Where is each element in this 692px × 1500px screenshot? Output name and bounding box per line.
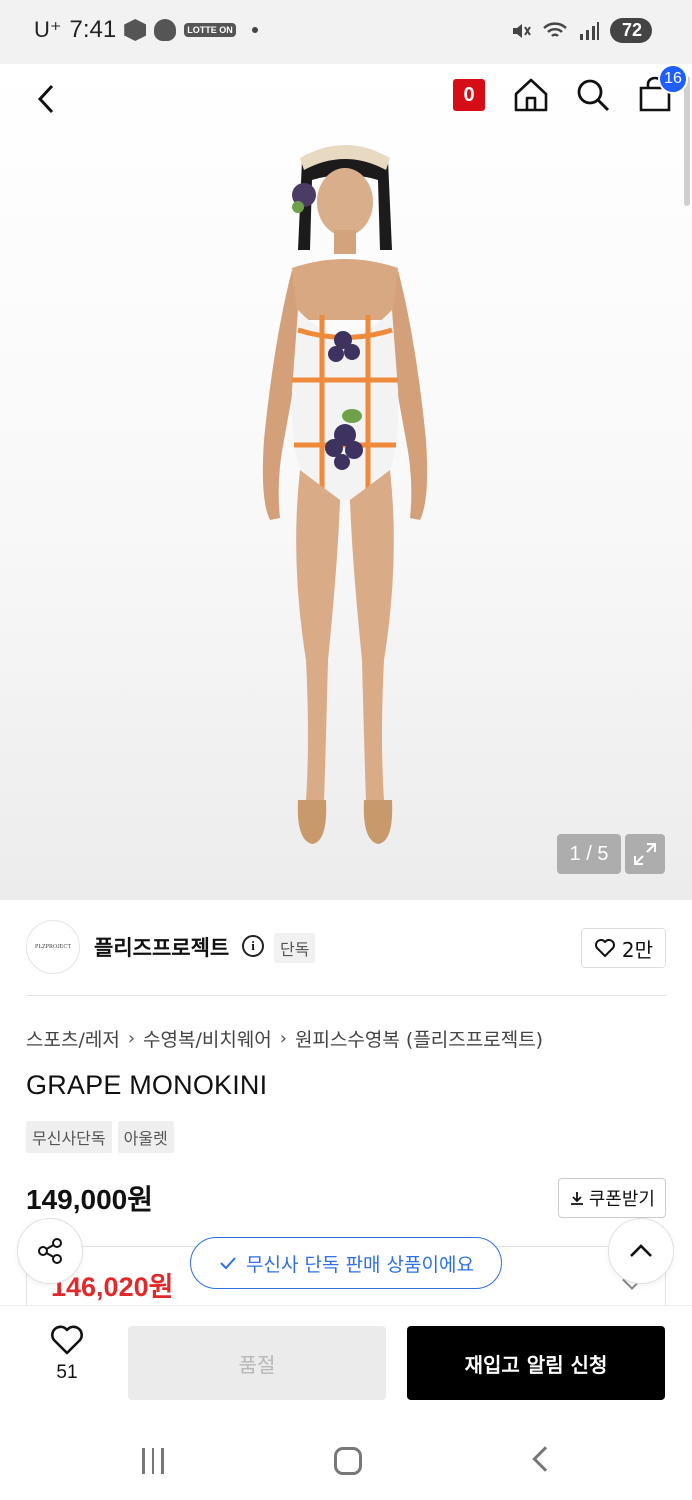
signal-icon xyxy=(579,21,599,40)
lotte-on-icon: LOTTE ON xyxy=(184,23,236,37)
divider xyxy=(26,995,666,996)
back-button[interactable] xyxy=(30,82,64,116)
system-navigation-bar xyxy=(0,1420,692,1500)
expand-icon xyxy=(634,843,656,865)
product-tag: 무신사단독 xyxy=(26,1121,112,1153)
heart-icon xyxy=(594,939,615,957)
search-icon xyxy=(577,79,610,112)
brand-row: PLZPROJECT 플리즈프로젝트 i 단독 2만 xyxy=(26,920,666,978)
brand-like-count: 2만 xyxy=(621,937,653,962)
search-button[interactable] xyxy=(574,76,612,114)
product-tag: 아울렛 xyxy=(117,1121,174,1153)
mute-icon xyxy=(512,23,531,38)
heart-icon xyxy=(51,1325,83,1355)
status-bar: U⁺ 7:41 LOTTE ON 72 xyxy=(0,0,692,64)
breadcrumb-item[interactable]: 원피스수영복 (플리즈프로젝트) xyxy=(295,1025,543,1052)
image-counter: 1 / 5 xyxy=(557,834,621,874)
breadcrumb-item[interactable]: 스포츠/레저 xyxy=(26,1025,120,1052)
original-price: 149,000원 xyxy=(26,1184,153,1215)
download-icon xyxy=(570,1192,583,1205)
purchase-bar: 51 품절 재입고 알림 신청 xyxy=(0,1305,692,1420)
carrier-label: U⁺ xyxy=(34,17,62,42)
top-navigation: 0 16 xyxy=(0,64,692,134)
exclusive-toast: 무신사 단독 판매 상품이에요 xyxy=(190,1237,502,1289)
scroll-to-top-button[interactable] xyxy=(608,1218,674,1284)
brand-like-button[interactable]: 2만 xyxy=(580,928,666,968)
cart-button[interactable]: 16 xyxy=(636,64,688,114)
brand-home-button[interactable]: 0 xyxy=(450,76,488,114)
breadcrumb: 스포츠/레저 › 수영복/비치웨어 › 원피스수영복 (플리즈프로젝트) xyxy=(26,1025,543,1052)
toast-text: 무신사 단독 판매 상품이에요 xyxy=(246,1253,474,1276)
chevron-right-icon: › xyxy=(127,1028,136,1049)
brand-name[interactable]: 플리즈프로젝트 xyxy=(94,932,229,962)
expand-image-button[interactable] xyxy=(625,834,665,874)
clock: 7:41 xyxy=(69,16,117,43)
product-tags: 무신사단독 아울렛 xyxy=(26,1121,174,1153)
wifi-icon xyxy=(543,21,567,37)
share-icon xyxy=(38,1238,62,1264)
coffee-icon xyxy=(154,19,177,41)
wishlist-button[interactable]: 51 xyxy=(44,1324,90,1384)
breadcrumb-item[interactable]: 수영복/비치웨어 xyxy=(143,1025,272,1052)
battery-indicator: 72 xyxy=(609,18,652,43)
chevron-left-icon xyxy=(37,84,54,114)
home-nav-button[interactable] xyxy=(334,1447,362,1475)
brand-logo[interactable]: PLZPROJECT xyxy=(26,920,80,974)
home-icon xyxy=(514,78,548,112)
chevron-right-icon: › xyxy=(279,1028,287,1049)
restock-alert-button[interactable]: 재입고 알림 신청 xyxy=(407,1326,665,1400)
check-icon xyxy=(220,1257,236,1270)
coupon-button[interactable]: 쿠폰받기 xyxy=(557,1178,666,1218)
back-nav-button[interactable] xyxy=(532,1446,558,1472)
recent-apps-button[interactable] xyxy=(142,1448,164,1474)
cart-count-badge: 16 xyxy=(658,64,688,94)
soldout-button[interactable]: 품절 xyxy=(128,1326,386,1400)
musinsa-logo-icon: 0 xyxy=(453,79,485,111)
notification-dot-icon xyxy=(251,27,258,33)
product-title: GRAPE MONOKINI xyxy=(26,1070,268,1100)
share-button[interactable] xyxy=(17,1218,83,1284)
chevron-up-icon xyxy=(630,1244,652,1257)
home-button[interactable] xyxy=(512,76,550,114)
coupon-label: 쿠폰받기 xyxy=(588,1189,655,1210)
package-icon xyxy=(124,19,147,41)
product-photo xyxy=(262,145,428,844)
info-icon[interactable]: i xyxy=(242,935,264,957)
wishlist-count: 51 xyxy=(56,1362,78,1383)
exclusive-badge: 단독 xyxy=(274,933,316,963)
